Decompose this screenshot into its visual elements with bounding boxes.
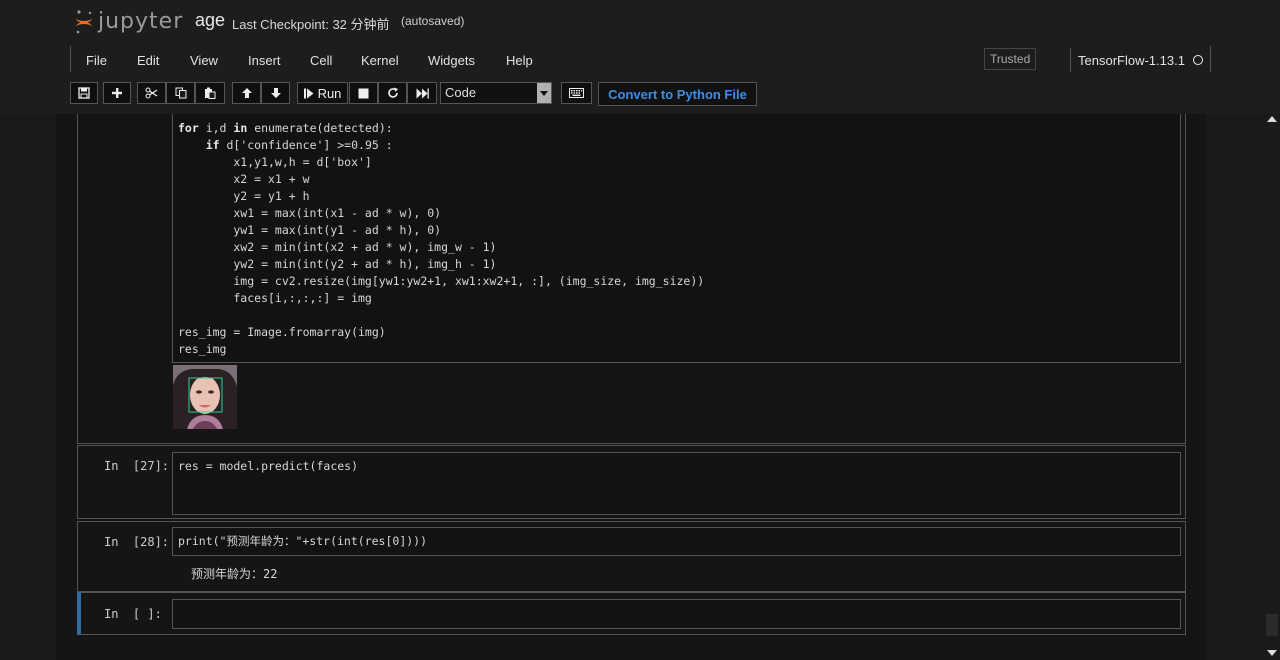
cell-type-value: Code — [445, 85, 477, 100]
code-cell-empty[interactable]: In [ ]: — [77, 592, 1186, 635]
code-editor-1[interactable]: for i,d in enumerate(detected): if d['co… — [172, 114, 1181, 363]
keyboard-icon — [569, 88, 584, 98]
step-forward-icon — [303, 88, 314, 99]
kernel-idle-icon — [1193, 55, 1203, 65]
code-line[interactable]: yw2 = min(int(y2 + ad * h), img_h - 1) — [178, 257, 496, 271]
cut-button[interactable] — [137, 82, 166, 104]
menu-help[interactable]: Help — [506, 53, 533, 68]
convert-to-python-button[interactable]: Convert to Python File — [598, 82, 757, 106]
code-cell-1[interactable]: for i,d in enumerate(detected): if d['co… — [77, 114, 1186, 444]
fast-forward-icon — [416, 88, 429, 99]
run-label: Run — [317, 85, 342, 101]
code-line[interactable]: if d['confidence'] >=0.95 : — [178, 138, 393, 152]
code-line[interactable]: y2 = y1 + h — [178, 189, 309, 203]
page-scrollbar[interactable] — [1264, 114, 1280, 660]
code-line[interactable]: for i,d in enumerate(detected): — [178, 121, 393, 135]
paste-button[interactable] — [195, 82, 225, 104]
arrow-down-icon — [270, 87, 282, 99]
code-line[interactable]: img = cv2.resize(img[yw1:yw2+1, xw1:xw2+… — [178, 274, 704, 288]
code-cell-28[interactable]: In [28]: print("预测年龄为："+str(int(res[0]))… — [77, 521, 1186, 592]
move-cell-up-button[interactable] — [232, 82, 261, 104]
code-cell-27[interactable]: In [27]: res = model.predict(faces) — [77, 445, 1186, 519]
plus-icon — [111, 87, 123, 99]
cell-type-select[interactable]: Code — [440, 82, 552, 104]
code-line[interactable]: x1,y1,w,h = d['box'] — [178, 155, 372, 169]
face-detection-output-image — [173, 365, 237, 429]
face-photo — [173, 365, 237, 429]
code-text[interactable]: print("预测年龄为："+str(int(res[0]))) — [178, 533, 427, 550]
menubar-divider-right — [1210, 46, 1211, 72]
interrupt-button[interactable] — [349, 82, 378, 104]
jupyter-logo[interactable]: jupyter — [74, 6, 183, 36]
input-prompt: In [28]: — [104, 535, 170, 549]
trusted-badge[interactable]: Trusted — [984, 48, 1037, 70]
cell-output-text: 预测年龄为：22 — [191, 567, 278, 581]
restart-run-all-button[interactable] — [407, 82, 437, 104]
menubar-divider — [70, 46, 71, 72]
menu-edit[interactable]: Edit — [137, 53, 159, 68]
menu-widgets[interactable]: Widgets — [428, 53, 475, 68]
code-editor-28[interactable]: print("预测年龄为："+str(int(res[0]))) — [172, 527, 1181, 556]
move-cell-down-button[interactable] — [261, 82, 290, 104]
kernel-divider — [1070, 48, 1071, 72]
restart-icon — [387, 87, 399, 99]
jupyter-wordmark: jupyter — [98, 8, 184, 34]
input-prompt: In [ ]: — [104, 607, 162, 621]
kernel-name[interactable]: TensorFlow-1.13.1 — [1078, 53, 1185, 68]
notebook-name[interactable]: age — [195, 10, 225, 31]
code-line[interactable]: res_img = Image.fromarray(img) — [178, 325, 386, 339]
menu-file[interactable]: File — [86, 53, 107, 68]
paste-icon — [204, 87, 216, 99]
jupyter-logo-icon — [74, 9, 94, 34]
code-line[interactable]: xw1 = max(int(x1 - ad * w), 0) — [178, 206, 441, 220]
scissors-icon — [145, 87, 158, 99]
menu-view[interactable]: View — [190, 53, 218, 68]
menu-insert[interactable]: Insert — [248, 53, 281, 68]
stop-icon — [358, 88, 369, 99]
autosave-status: (autosaved) — [401, 14, 465, 28]
input-prompt: In [27]: — [104, 459, 170, 473]
scroll-up-icon[interactable] — [1267, 116, 1277, 122]
code-text[interactable]: res = model.predict(faces) — [178, 458, 358, 475]
arrow-up-icon — [241, 87, 253, 99]
restart-kernel-button[interactable] — [378, 82, 407, 104]
code-line[interactable]: res_img — [178, 342, 226, 356]
code-line[interactable]: faces[i,:,:,:] = img — [178, 291, 372, 305]
scroll-down-icon[interactable] — [1267, 650, 1277, 656]
code-line[interactable]: yw1 = max(int(y1 - ad * h), 0) — [178, 223, 441, 237]
copy-button[interactable] — [166, 82, 195, 104]
insert-cell-button[interactable] — [103, 82, 131, 104]
code-editor-empty[interactable] — [172, 599, 1181, 629]
code-text[interactable]: for i,d in enumerate(detected): if d['co… — [178, 120, 704, 358]
code-line[interactable]: xw2 = min(int(x2 + ad * w), img_w - 1) — [178, 240, 496, 254]
save-button[interactable] — [70, 82, 98, 104]
checkpoint-status: Last Checkpoint: 32 分钟前 — [232, 17, 390, 32]
menubar: File Edit View Insert Cell Kernel Widget… — [70, 44, 1212, 76]
menu-cell[interactable]: Cell — [310, 53, 332, 68]
code-editor-27[interactable]: res = model.predict(faces) — [172, 452, 1181, 515]
command-palette-button[interactable] — [561, 82, 592, 104]
notebook-header: jupyter age Last Checkpoint: 32 分钟前 (aut… — [0, 0, 1280, 114]
run-button[interactable]: Run — [297, 82, 348, 104]
chevron-down-icon — [537, 83, 551, 103]
code-line[interactable]: x2 = x1 + w — [178, 172, 309, 186]
notebook-container[interactable]: for i,d in enumerate(detected): if d['co… — [56, 114, 1206, 660]
copy-icon — [175, 87, 187, 99]
menu-kernel[interactable]: Kernel — [361, 53, 399, 68]
scrollbar-thumb[interactable] — [1266, 614, 1278, 636]
save-icon — [78, 87, 90, 99]
